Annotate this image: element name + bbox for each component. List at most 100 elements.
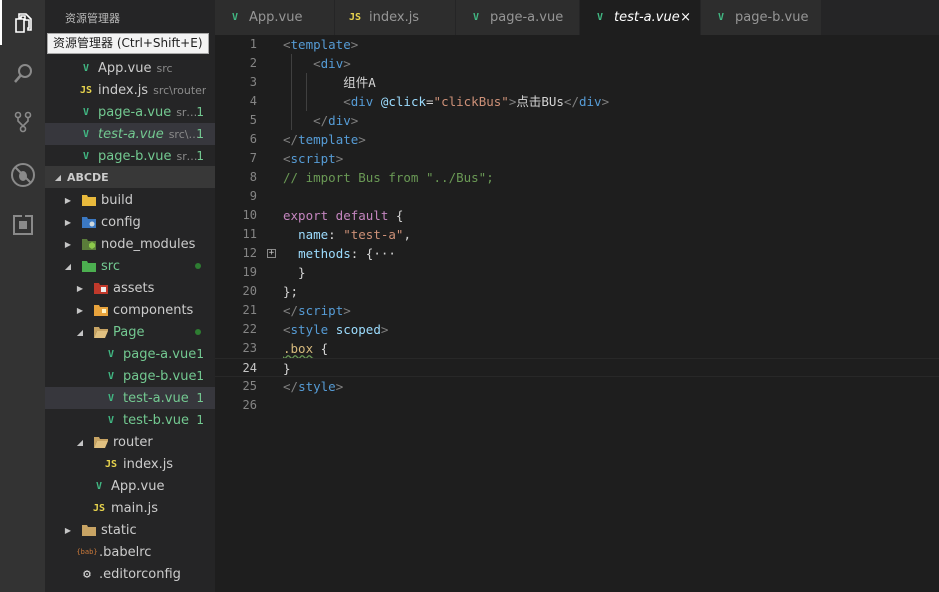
code-token: methods	[298, 246, 351, 261]
tree-folder[interactable]: ▶ build	[45, 189, 215, 211]
explorer-icon[interactable]	[0, 0, 45, 45]
code-line[interactable]: 6 </template>	[215, 130, 939, 149]
open-editor-item-active[interactable]: V test-a.vue src\P... 1	[45, 123, 215, 145]
open-editor-item[interactable]: V page-a.vue src... 1	[45, 101, 215, 123]
code-line[interactable]: 5 </div>	[215, 111, 939, 130]
debug-icon[interactable]	[0, 152, 45, 197]
tree-file[interactable]: JS main.js	[45, 497, 215, 519]
code-text: methods: {···	[283, 244, 396, 263]
code-text: };	[283, 282, 298, 301]
code-line[interactable]: 21 </script>	[215, 301, 939, 320]
tree-folder[interactable]: ◢ Page	[45, 321, 215, 343]
code-line[interactable]: 22 <style scoped>	[215, 320, 939, 339]
line-number: 8	[249, 170, 257, 184]
code-line[interactable]: 19 }	[215, 263, 939, 282]
tree-file[interactable]: V App.vue	[45, 475, 215, 497]
extensions-icon[interactable]	[0, 202, 45, 247]
code-line[interactable]: 24}	[215, 358, 939, 377]
chevron-right-icon: ▶	[64, 195, 72, 205]
folder-node-icon	[81, 236, 97, 252]
code-token: >	[335, 151, 344, 166]
code-line[interactable]: 4 <div @click="clickBus">点击BUs</div>	[215, 92, 939, 111]
code-text: .box {	[283, 339, 328, 358]
code-line[interactable]: 20};	[215, 282, 939, 301]
code-line[interactable]: 11 name: "test-a",	[215, 225, 939, 244]
code-line[interactable]: 23 .box {	[215, 339, 939, 358]
code-line[interactable]: 1 <template>	[215, 35, 939, 54]
code-token: </	[283, 132, 299, 147]
code-token: >	[601, 94, 610, 109]
tree-file[interactable]: {bab} .babelrc	[45, 541, 215, 563]
problem-badge: 1	[196, 347, 204, 361]
source-control-icon[interactable]	[0, 99, 45, 144]
problem-badge: 1	[196, 105, 204, 119]
fold-expand-icon[interactable]: +	[267, 249, 276, 258]
line-number: 26	[242, 398, 257, 412]
folder-build-icon	[81, 192, 97, 208]
tree-folder[interactable]: ◢ router	[45, 431, 215, 453]
code-text: <template>	[283, 35, 358, 54]
tab-page-b-vue[interactable]: V page-b.vue	[701, 0, 822, 35]
tree-file[interactable]: V page-b.vue 1	[45, 365, 215, 387]
line-number: 3	[249, 75, 257, 89]
tab-page-a-vue[interactable]: V page-a.vue	[456, 0, 580, 35]
tree-folder[interactable]: ▶ config	[45, 211, 215, 233]
tree-folder[interactable]: ▶ assets	[45, 277, 215, 299]
explorer-sidebar: 资源管理器 V App.vue src JS index.js src\rout…	[45, 0, 215, 592]
line-number: 6	[249, 132, 257, 146]
code-text: 组件A	[283, 73, 376, 92]
tree-file[interactable]: ⚙ .editorconfig	[45, 563, 215, 585]
indent-guide	[290, 92, 292, 111]
code-text: export default {	[283, 206, 403, 225]
code-text: }	[283, 359, 291, 378]
indent-guide	[305, 73, 307, 92]
folder-open-icon	[93, 434, 109, 450]
code-text: <div @click="clickBus">点击BUs</div>	[283, 92, 609, 111]
code-token: =	[426, 94, 434, 109]
open-editor-item[interactable]: JS index.js src\router	[45, 79, 215, 101]
code-line[interactable]: 25 </style>	[215, 377, 939, 396]
tree-folder[interactable]: ▶ static	[45, 519, 215, 541]
tree-file[interactable]: V test-b.vue 1	[45, 409, 215, 431]
folder-components-icon	[93, 302, 109, 318]
indent-guide	[290, 111, 292, 130]
tree-file-selected[interactable]: V test-a.vue 1	[45, 387, 215, 409]
open-editor-item[interactable]: V page-b.vue src... 1	[45, 145, 215, 167]
code-token: 组件A	[283, 75, 376, 90]
tree-file[interactable]: JS index.js	[45, 453, 215, 475]
indent-guide	[290, 73, 292, 92]
code-editor[interactable]: 1 <template> 2 <div> 3 组件A 4 <div @click="cl…	[215, 35, 939, 592]
code-line[interactable]: 9	[215, 187, 939, 206]
code-token: ···	[373, 246, 396, 261]
indent-guide	[290, 54, 292, 73]
code-token: <	[283, 151, 291, 166]
tree-folder[interactable]: ▶ node_modules	[45, 233, 215, 255]
code-line[interactable]: 3 组件A	[215, 73, 939, 92]
chevron-down-icon: ◢	[76, 437, 84, 447]
code-line[interactable]: 10 export default {	[215, 206, 939, 225]
tab-test-a-vue[interactable]: V test-a.vue ×	[580, 0, 701, 35]
code-line[interactable]: 12 + methods: {···	[215, 244, 939, 263]
code-token: {	[313, 341, 329, 356]
code-line[interactable]: 7 <script>	[215, 149, 939, 168]
search-icon[interactable]	[0, 51, 45, 96]
code-line[interactable]: 8 // import Bus from "../Bus";	[215, 168, 939, 187]
tree-file[interactable]: V page-a.vue 1	[45, 343, 215, 365]
chevron-right-icon: ▶	[76, 283, 84, 293]
tree-folder[interactable]: ◢ src	[45, 255, 215, 277]
tree-folder[interactable]: ▶ components	[45, 299, 215, 321]
project-section-header[interactable]: ◢ ABCDE	[45, 166, 215, 188]
modified-dot	[195, 329, 201, 335]
open-editor-item[interactable]: V App.vue src	[45, 57, 215, 79]
vue-file-icon: V	[107, 348, 115, 360]
folder-icon	[81, 522, 97, 538]
code-token: }	[283, 361, 291, 376]
vue-file-icon: V	[472, 12, 480, 23]
tab-app-vue[interactable]: V App.vue	[215, 0, 335, 35]
code-line[interactable]: 26	[215, 396, 939, 415]
vue-file-icon: V	[717, 12, 725, 23]
code-line[interactable]: 2 <div>	[215, 54, 939, 73]
close-icon[interactable]: ×	[680, 0, 691, 35]
tab-index-js[interactable]: JS index.js	[335, 0, 456, 35]
